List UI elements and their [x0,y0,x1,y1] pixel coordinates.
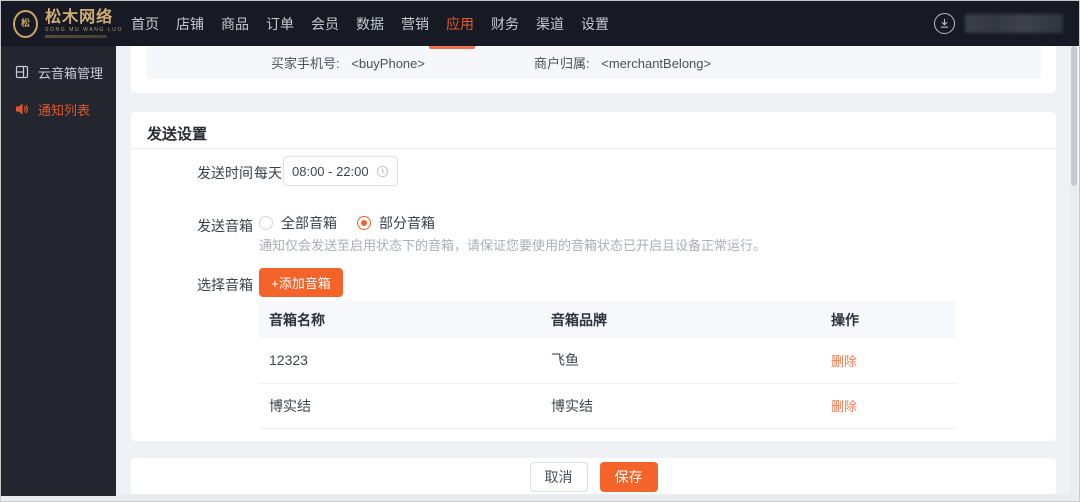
speaker-help-text: 通知仅会发送至启用状态下的音箱，请保证您要使用的音箱状态已开启且设备正常运行。 [259,238,767,253]
section-title: 发送设置 [147,126,208,143]
send-settings-card: 发送设置 发送时间 每天 08:00 - 22:00 发送音箱 全部音箱 部分音… [131,112,1056,441]
save-button[interactable]: 保存 [599,461,658,492]
select-speaker-label: 选择音箱 [197,277,253,293]
table-row: 博实结 博实结 删除 [259,383,956,429]
notification-preview-card: 买家手机号: <buyPhone> 商户归属: <merchantBelong> [131,46,1056,93]
main-nav: 首页 店铺 商品 订单 会员 数据 营销 应用 财务 渠道 设置 [131,10,609,38]
radio-all-speakers-label: 全部音箱 [281,215,337,231]
nav-item-product[interactable]: 商品 [221,10,249,38]
nav-item-finance[interactable]: 财务 [491,10,519,38]
speaker-icon [16,103,28,115]
nav-item-member[interactable]: 会员 [311,10,339,38]
logo-tagline [45,34,108,38]
nav-item-channel[interactable]: 渠道 [536,10,564,38]
time-range-input[interactable]: 08:00 - 22:00 [283,156,398,186]
buyer-phone-field: 买家手机号: <buyPhone> [271,53,425,72]
speaker-table: 音箱名称 音箱品牌 操作 12323 飞鱼 删除 博实结 博实结 删除 [259,301,956,429]
nav-item-order[interactable]: 订单 [266,10,294,38]
clock-icon [376,165,389,177]
col-header-speaker-name: 音箱名称 [259,301,541,338]
list-icon [15,65,29,79]
logo-icon: 松 [13,9,39,38]
sidebar-item-notification-list[interactable]: 通知列表 [1,98,116,120]
page-scrollbar[interactable] [1070,46,1078,496]
merchant-belong-label: 商户归属: [534,56,590,71]
sidebar-item-cloud-speaker-management[interactable]: 云音箱管理 [1,61,116,83]
delete-link[interactable]: 删除 [831,354,857,369]
logo-subtitle: SONG MU WANG LUO [45,26,123,33]
table-row: 12323 飞鱼 删除 [259,338,956,384]
radio-unselected-icon [259,216,273,230]
buyer-phone-value: <buyPhone> [351,56,425,71]
add-speaker-button[interactable]: +添加音箱 [259,268,343,297]
logo-brand-text: 松木网络 [45,8,114,26]
radio-all-speakers[interactable]: 全部音箱 [259,213,337,233]
bottom-strip [1,494,1079,501]
cell-speaker-name: 12323 [259,338,541,384]
download-icon[interactable] [934,13,955,34]
nav-item-settings[interactable]: 设置 [581,10,609,38]
app-window: 松 松木网络 SONG MU WANG LUO 首页 店铺 商品 订单 会员 数… [0,0,1080,502]
cancel-button[interactable]: 取消 [529,461,588,492]
user-account-redacted[interactable] [965,14,1063,33]
cell-speaker-name: 博实结 [259,383,541,429]
delete-link[interactable]: 删除 [831,399,857,414]
col-header-action: 操作 [821,301,956,338]
nav-item-data[interactable]: 数据 [356,10,384,38]
table-header-row: 音箱名称 音箱品牌 操作 [259,301,956,338]
send-speaker-label: 发送音箱 [197,218,253,234]
title-divider [131,148,1056,149]
nav-item-marketing[interactable]: 营销 [401,10,429,38]
col-header-speaker-brand: 音箱品牌 [541,301,821,338]
send-time-prefix: 每天 [254,165,282,181]
top-header: 松 松木网络 SONG MU WANG LUO 首页 店铺 商品 订单 会员 数… [1,1,1079,46]
scrolled-cutoff-accent-bar [429,46,475,49]
radio-partial-speakers[interactable]: 部分音箱 [357,213,435,233]
template-preview-box: 买家手机号: <buyPhone> 商户归属: <merchantBelong> [147,46,1041,79]
cell-speaker-brand: 飞鱼 [541,338,821,384]
sidebar-item-label: 云音箱管理 [38,65,104,81]
nav-item-shop[interactable]: 店铺 [176,10,204,38]
radio-selected-icon [357,216,371,230]
logo: 松 松木网络 SONG MU WANG LUO [1,8,123,38]
time-range-value: 08:00 - 22:00 [292,163,369,179]
radio-partial-speakers-label: 部分音箱 [379,215,435,231]
merchant-belong-field: 商户归属: <merchantBelong> [534,53,711,72]
sidebar: 云音箱管理 通知列表 [1,46,116,496]
nav-item-home[interactable]: 首页 [131,10,159,38]
buyer-phone-label: 买家手机号: [271,56,340,71]
merchant-belong-value: <merchantBelong> [601,56,712,71]
cell-speaker-brand: 博实结 [541,383,821,429]
nav-item-app[interactable]: 应用 [446,10,474,38]
send-time-label: 发送时间 [197,165,253,181]
speaker-radio-group: 全部音箱 部分音箱 [259,213,435,233]
scrollbar-thumb[interactable] [1071,46,1077,186]
sidebar-item-label: 通知列表 [38,102,91,118]
footer-action-bar: 取消 保存 [131,458,1056,495]
